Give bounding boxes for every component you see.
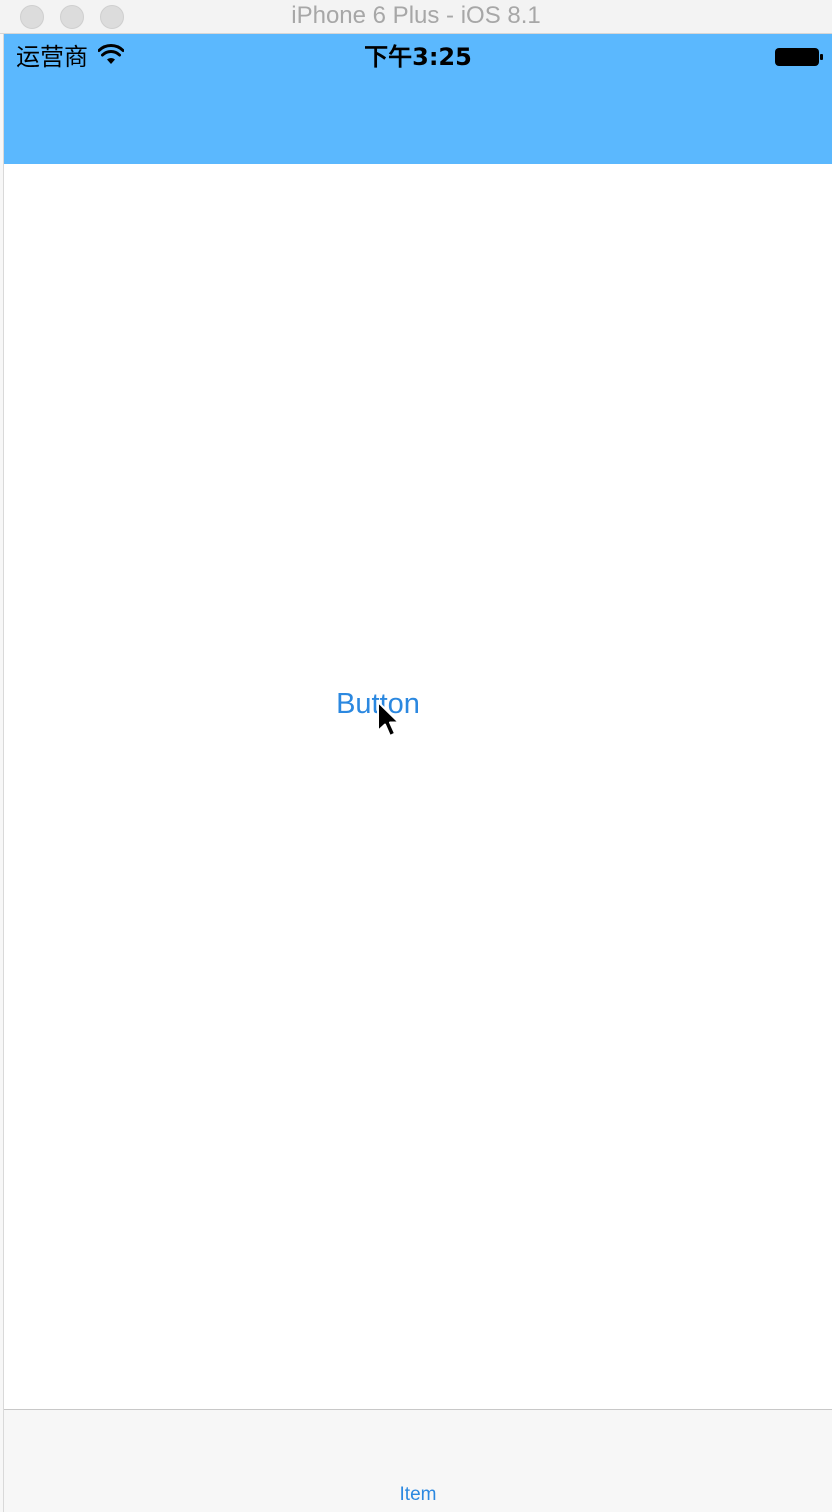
tab-bar: Item bbox=[4, 1409, 832, 1512]
device-screen: 运营商 下午3:25 Button Item bbox=[4, 34, 832, 1512]
window-title: iPhone 6 Plus - iOS 8.1 bbox=[291, 2, 541, 29]
navigation-bar: 运营商 下午3:25 bbox=[4, 34, 832, 164]
tab-item[interactable]: Item bbox=[368, 1480, 468, 1510]
window-title-bar: iPhone 6 Plus - iOS 8.1 bbox=[0, 0, 832, 34]
status-time: 下午3:25 bbox=[364, 43, 472, 71]
simulator-window: iPhone 6 Plus - iOS 8.1 运营商 下午3:25 Butto… bbox=[0, 0, 832, 1512]
battery-icon bbox=[775, 48, 823, 66]
mouse-pointer-icon bbox=[377, 701, 400, 737]
